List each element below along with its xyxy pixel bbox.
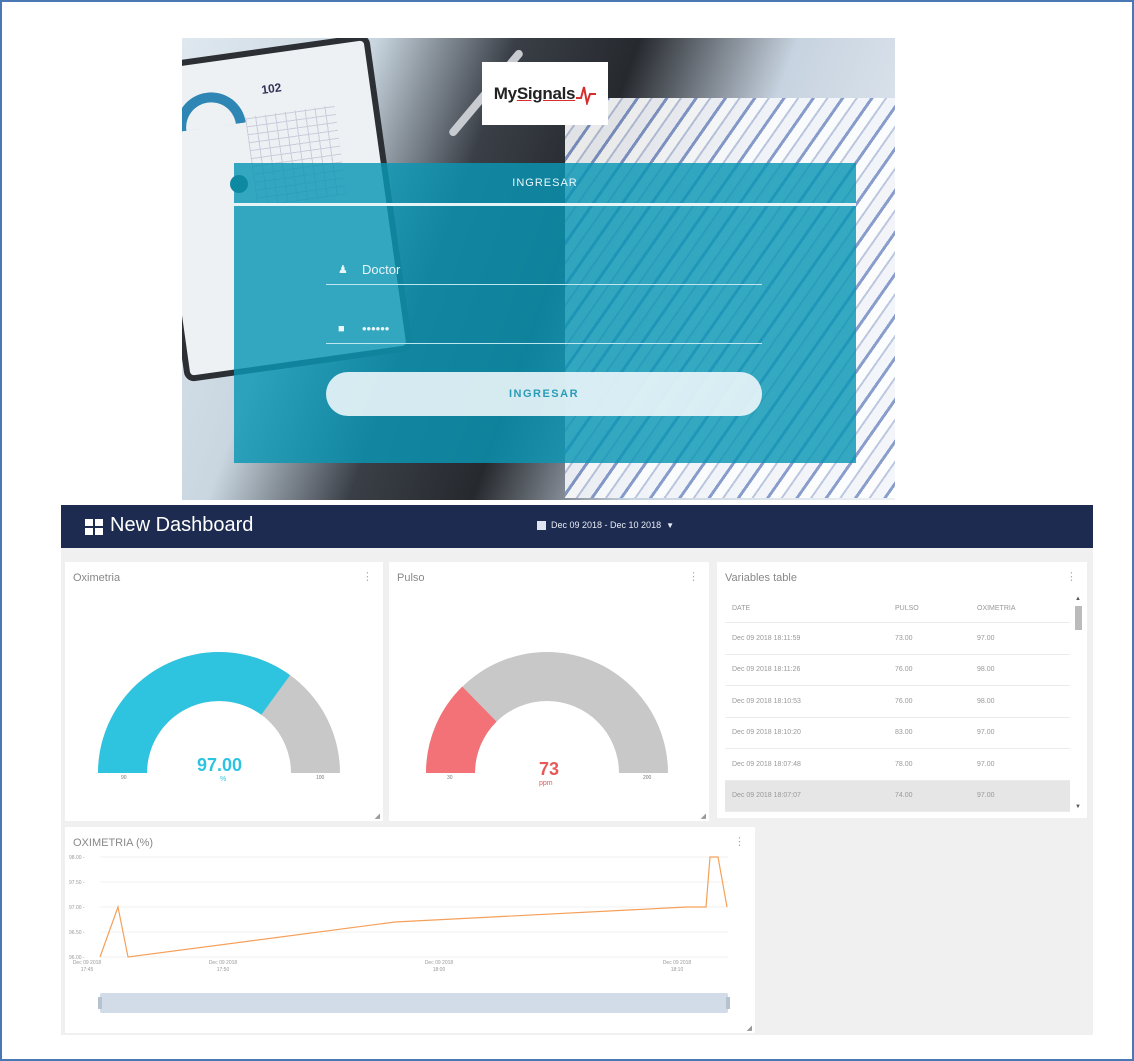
table-scrollbar[interactable]: ▲ ▼ bbox=[1074, 596, 1083, 812]
gauge-min-label: 30 bbox=[447, 775, 453, 781]
dashboard-grid-icon[interactable] bbox=[85, 519, 103, 535]
table-cell: 74.00 bbox=[895, 792, 913, 800]
y-tick-label: 97.00 - bbox=[69, 905, 85, 911]
y-tick-label: 98.00 - bbox=[69, 855, 85, 861]
table-cell: Dec 09 2018 18:10:20 bbox=[732, 729, 801, 737]
navigator-left-handle[interactable] bbox=[98, 997, 102, 1009]
gauge-min-label: 90 bbox=[121, 775, 127, 781]
gauge-unit: % bbox=[220, 776, 227, 783]
table-cell: Dec 09 2018 18:07:48 bbox=[732, 760, 801, 768]
table-cell: 98.00 bbox=[977, 666, 995, 674]
dashboard-title: New Dashboard bbox=[110, 514, 254, 536]
gauge-max-label: 100 bbox=[316, 775, 325, 781]
calendar-icon bbox=[537, 520, 546, 530]
login-screen: 102 MySignals INGRESAR ♟ ■ INGRESAR bbox=[182, 38, 895, 500]
table-row[interactable]: Dec 09 2018 18:11:59 73.00 97.00 bbox=[725, 623, 1070, 655]
login-panel: INGRESAR ♟ ■ INGRESAR bbox=[230, 163, 856, 463]
heartbeat-icon bbox=[576, 86, 597, 105]
scroll-down-icon[interactable]: ▼ bbox=[1075, 804, 1081, 810]
x-tick-label: Dec 09 2018 bbox=[209, 960, 238, 966]
table-cell: Dec 09 2018 18:07:07 bbox=[732, 792, 801, 800]
navigator-right-handle[interactable] bbox=[726, 997, 730, 1009]
card-title: Variables table bbox=[725, 572, 797, 584]
table-cell: 76.00 bbox=[895, 697, 913, 705]
gauge-fill bbox=[98, 652, 291, 773]
gauge-value: 97.00 bbox=[197, 755, 243, 775]
x-tick-label: 17:45 bbox=[81, 967, 94, 973]
resize-handle[interactable]: ◢ bbox=[747, 1024, 752, 1032]
table-row[interactable]: Dec 09 2018 18:07:48 78.00 97.00 bbox=[725, 749, 1070, 781]
column-header: OXIMETRIA bbox=[977, 605, 1016, 612]
variables-table-card: Variables table ⋮ DATE PULSO OXIMETRIA Dec … bbox=[717, 562, 1087, 818]
oximetria-chart-card: OXIMETRIA (%) ⋮ 98.00 -97.50 -97.00 -96.… bbox=[65, 827, 755, 1033]
table-header: DATE PULSO OXIMETRIA bbox=[725, 595, 1070, 623]
y-tick-label: 97.50 - bbox=[69, 880, 85, 886]
table-cell: 97.00 bbox=[977, 760, 995, 768]
background-gauge-graphic bbox=[182, 87, 246, 133]
background-tablet-number: 102 bbox=[260, 80, 283, 97]
user-icon: ♟ bbox=[338, 264, 348, 276]
column-header: PULSO bbox=[895, 605, 919, 612]
resize-handle[interactable]: ◢ bbox=[375, 812, 380, 820]
table-row[interactable]: Dec 09 2018 18:10:20 83.00 97.00 bbox=[725, 718, 1070, 749]
dashboard: New Dashboard Dec 09 2018 - Dec 10 2018 … bbox=[61, 505, 1093, 1035]
mysignals-logo: MySignals bbox=[482, 62, 608, 125]
variables-table: DATE PULSO OXIMETRIA Dec 09 2018 18:11:59 73… bbox=[725, 595, 1070, 812]
caret-down-icon: ▼ bbox=[666, 520, 674, 530]
table-cell: Dec 09 2018 18:11:26 bbox=[732, 666, 801, 674]
tab-ingresar[interactable]: INGRESAR bbox=[234, 163, 856, 203]
oximetria-line-chart: 98.00 -97.50 -97.00 -96.50 -96.00 -Dec 0… bbox=[69, 855, 728, 973]
table-cell: 97.00 bbox=[977, 634, 995, 642]
y-tick-label: 96.50 - bbox=[69, 930, 85, 936]
oximetria-gauge-card: Oximetria ⋮ 97.00 % 90 100 ◢ bbox=[65, 562, 383, 821]
table-cell: 78.00 bbox=[895, 760, 913, 768]
gauge-max-label: 200 bbox=[643, 775, 652, 781]
lock-icon: ■ bbox=[338, 322, 345, 335]
password-input[interactable] bbox=[362, 321, 722, 336]
x-tick-label: 18:00 bbox=[433, 967, 446, 973]
gauge-unit: ppm bbox=[539, 780, 553, 787]
password-field[interactable]: ■ bbox=[326, 314, 762, 344]
username-field[interactable]: ♟ bbox=[326, 255, 762, 285]
gauge-value: 73 bbox=[539, 759, 560, 779]
x-tick-label: Dec 09 2018 bbox=[73, 960, 102, 966]
x-tick-label: Dec 09 2018 bbox=[663, 960, 692, 966]
x-tick-label: 18:10 bbox=[671, 967, 684, 973]
table-cell: 76.00 bbox=[895, 666, 913, 674]
table-row[interactable]: Dec 09 2018 18:07:07 74.00 97.00 bbox=[725, 780, 1070, 812]
dashboard-topbar: New Dashboard Dec 09 2018 - Dec 10 2018 … bbox=[61, 505, 1093, 548]
tab-underline bbox=[234, 203, 856, 206]
scroll-up-icon[interactable]: ▲ bbox=[1075, 596, 1081, 602]
resize-handle[interactable]: ◢ bbox=[701, 812, 706, 820]
table-cell: 97.00 bbox=[977, 729, 995, 737]
chart-navigator[interactable] bbox=[98, 993, 730, 1013]
date-range-label: Dec 09 2018 - Dec 10 2018 bbox=[551, 520, 662, 530]
pulso-gauge-card: Pulso ⋮ 73 ppm 30 200 ◢ bbox=[389, 562, 709, 821]
card-menu-icon[interactable]: ⋮ bbox=[1066, 570, 1077, 583]
login-button[interactable]: INGRESAR bbox=[326, 372, 762, 416]
logo-text: MySignals bbox=[493, 83, 576, 103]
table-cell: Dec 09 2018 18:10:53 bbox=[732, 697, 801, 705]
table-cell: 97.00 bbox=[977, 792, 995, 800]
scroll-thumb[interactable] bbox=[1075, 606, 1082, 630]
column-header: DATE bbox=[732, 605, 751, 612]
x-tick-label: 17:50 bbox=[217, 967, 230, 973]
x-tick-label: Dec 09 2018 bbox=[425, 960, 454, 966]
table-cell: 83.00 bbox=[895, 729, 913, 737]
table-cell: Dec 09 2018 18:11:59 bbox=[732, 634, 801, 642]
username-input[interactable] bbox=[362, 262, 722, 277]
table-row[interactable]: Dec 09 2018 18:11:26 76.00 98.00 bbox=[725, 655, 1070, 686]
table-row[interactable]: Dec 09 2018 18:10:53 76.00 98.00 bbox=[725, 686, 1070, 718]
table-cell: 73.00 bbox=[895, 634, 913, 642]
table-cell: 98.00 bbox=[977, 697, 995, 705]
date-range-picker[interactable]: Dec 09 2018 - Dec 10 2018 ▼ bbox=[537, 520, 674, 530]
